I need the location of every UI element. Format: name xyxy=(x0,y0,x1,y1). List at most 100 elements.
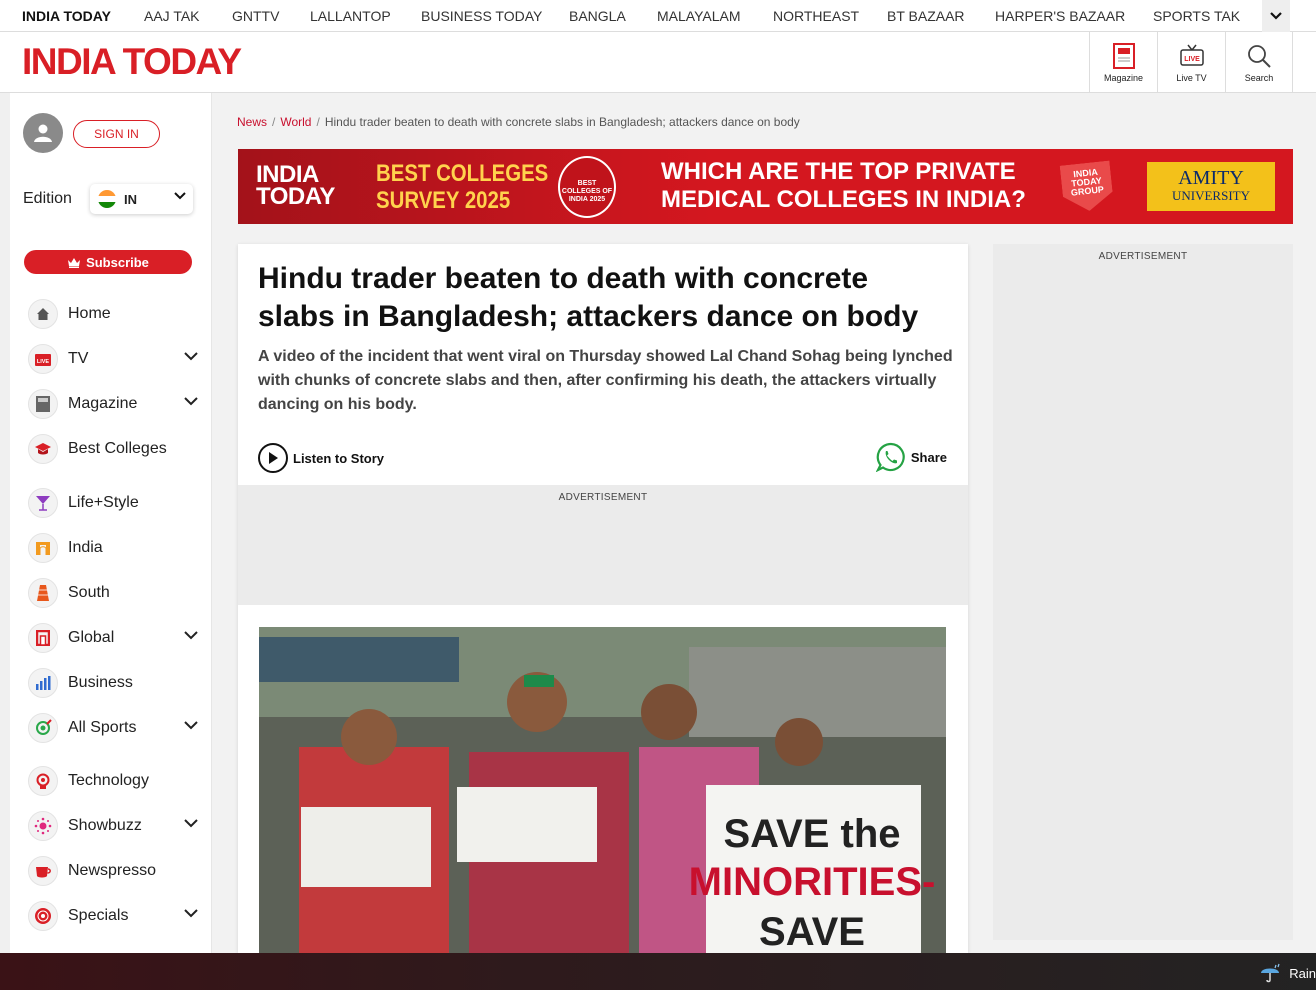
network-link-sports-tak[interactable]: SPORTS TAK xyxy=(1153,8,1240,24)
site-logo[interactable]: INDIA TODAY xyxy=(22,41,242,83)
home-icon xyxy=(28,299,58,329)
sidebar-item-life-style[interactable]: Life+Style xyxy=(28,487,198,519)
network-link-gnttv[interactable]: GNTTV xyxy=(232,8,279,24)
subscribe-button[interactable]: Subscribe xyxy=(24,250,192,274)
svg-text:LIVE: LIVE xyxy=(1184,56,1200,63)
banner-logo: INDIA TODAY xyxy=(256,161,335,210)
sidebar-item-label: Global xyxy=(68,629,115,646)
sidebar-item-label: TV xyxy=(68,350,89,367)
inline-advertisement[interactable]: ADVERTISEMENT xyxy=(238,485,968,605)
sidebar-item-specials[interactable]: Specials xyxy=(28,900,198,932)
article-summary: A video of the incident that went viral … xyxy=(258,348,953,413)
coffee-cup-icon xyxy=(28,856,58,886)
chevron-down-icon[interactable] xyxy=(184,352,198,361)
breadcrumb-separator: / xyxy=(316,115,320,129)
network-link-malayalam[interactable]: MALAYALAM xyxy=(657,8,741,24)
breadcrumb-news[interactable]: News xyxy=(237,115,267,129)
sidebar-item-label: Home xyxy=(68,305,111,322)
banner-question-line2: MEDICAL COLLEGES IN INDIA? xyxy=(661,186,1026,213)
advertisement-label: ADVERTISEMENT xyxy=(558,492,648,503)
sidebar-item-label: Newspresso xyxy=(68,862,157,879)
chevron-down-icon[interactable] xyxy=(184,397,198,406)
live-tv-icon: LIVE xyxy=(28,344,58,374)
network-link-lallantop[interactable]: LALLANTOP xyxy=(310,8,391,24)
magazine-button-label: Magazine xyxy=(1103,72,1144,83)
banner-sponsor-line1: AMITY xyxy=(1178,166,1244,189)
weather-text: Rain xyxy=(1289,965,1316,981)
sidebar-item-india[interactable]: India xyxy=(28,532,198,564)
whatsapp-icon xyxy=(875,442,906,472)
search-button[interactable]: Search xyxy=(1225,32,1293,93)
article-hero-image[interactable]: SAVE the MINORITIES- SAVE xyxy=(259,627,946,953)
sidebar-item-global[interactable]: Global xyxy=(28,622,198,654)
bar-chart-icon xyxy=(28,668,58,698)
subscribe-label: Subscribe xyxy=(86,254,149,270)
chevron-down-icon[interactable] xyxy=(184,819,198,828)
sidebar-item-label: Life+Style xyxy=(68,494,139,511)
network-more-button[interactable] xyxy=(1262,0,1290,32)
placard-line3: SAVE xyxy=(759,910,865,953)
sidebar-item-label: Technology xyxy=(68,772,149,789)
network-link-northeast[interactable]: NORTHEAST xyxy=(773,8,859,24)
magazine-button[interactable]: Magazine xyxy=(1089,32,1157,93)
sidebar-item-label: Magazine xyxy=(68,395,138,412)
sidebar-item-all-sports[interactable]: All Sports xyxy=(28,712,198,744)
weather-widget[interactable]: Rain xyxy=(1259,963,1316,983)
sidebar-item-best-colleges[interactable]: Best Colleges xyxy=(28,433,198,465)
right-rail-advertisement[interactable]: ADVERTISEMENT xyxy=(993,244,1293,940)
sidebar-item-magazine[interactable]: Magazine xyxy=(28,388,198,420)
svg-text:LIVE: LIVE xyxy=(37,359,50,365)
chevron-down-icon[interactable] xyxy=(184,631,198,640)
network-link-bt-bazaar[interactable]: BT BAZAAR xyxy=(887,8,965,24)
breadcrumb-world[interactable]: World xyxy=(280,115,311,129)
magazine-icon xyxy=(1112,42,1135,69)
banner-survey-line1: BEST COLLEGES xyxy=(376,160,549,187)
search-button-label: Search xyxy=(1244,72,1274,83)
placard-line2: MINORITIES- xyxy=(689,860,936,904)
sidebar-item-tv[interactable]: LIVE TV xyxy=(28,343,198,375)
listen-label: Listen to Story xyxy=(293,450,385,466)
banner-sponsor-logo: AMITY UNIVERSITY xyxy=(1147,162,1275,211)
specials-badge-icon xyxy=(28,901,58,931)
sidebar-item-newspresso[interactable]: Newspresso xyxy=(28,855,198,887)
sidebar-item-label: Best Colleges xyxy=(68,440,167,457)
sidebar: SIGN IN Edition IN Subscribe Home LIVE T… xyxy=(0,93,212,953)
banner-group-logo: INDIA TODAY GROUP xyxy=(1060,161,1115,214)
live-tv-button-label: Live TV xyxy=(1176,72,1207,83)
globe-icon xyxy=(28,623,58,653)
user-icon xyxy=(34,124,52,142)
india-gate-icon xyxy=(28,533,58,563)
sidebar-item-home[interactable]: Home xyxy=(28,298,198,330)
breadcrumb: News / World / Hindu trader beaten to death … xyxy=(237,115,800,129)
share-button[interactable]: Share xyxy=(875,442,947,472)
search-icon xyxy=(1248,44,1271,68)
sidebar-item-business[interactable]: Business xyxy=(28,667,198,699)
protest-photo-illustration: SAVE the MINORITIES- SAVE xyxy=(259,627,946,953)
live-tv-icon: LIVE xyxy=(1179,44,1204,66)
network-link-business-today[interactable]: BUSINESS TODAY xyxy=(421,8,542,24)
promo-banner[interactable]: INDIA TODAY BEST COLLEGES SURVEY 2025 BE… xyxy=(238,149,1293,224)
network-link-aaj-tak[interactable]: AAJ TAK xyxy=(144,8,200,24)
article-headline: Hindu trader beaten to death with concre… xyxy=(258,262,919,333)
network-bar: INDIA TODAY AAJ TAK GNTTV LALLANTOP BUSI… xyxy=(0,0,1316,32)
chevron-down-icon[interactable] xyxy=(184,909,198,918)
sidebar-shadow xyxy=(0,93,10,953)
sign-in-button[interactable]: SIGN IN xyxy=(73,120,160,148)
chevron-down-icon[interactable] xyxy=(184,721,198,730)
site-header: INDIA TODAY Magazine LIVE Live TV Search xyxy=(0,32,1316,93)
edition-value: IN xyxy=(124,191,137,207)
network-link-bangla[interactable]: BANGLA xyxy=(569,8,626,24)
avatar[interactable] xyxy=(23,113,63,153)
share-label: Share xyxy=(910,449,947,465)
sidebar-item-south[interactable]: South xyxy=(28,577,198,609)
network-link-harpers-bazaar[interactable]: HARPER'S BAZAAR xyxy=(995,8,1125,24)
sidebar-item-showbuzz[interactable]: Showbuzz xyxy=(28,810,198,842)
listen-to-story-button[interactable]: Listen to Story xyxy=(258,443,384,473)
live-tv-button[interactable]: LIVE Live TV xyxy=(1157,32,1225,93)
temple-icon xyxy=(28,578,58,608)
edition-select[interactable]: IN xyxy=(90,184,193,214)
chevron-down-icon xyxy=(174,192,186,200)
sidebar-item-technology[interactable]: Technology xyxy=(28,765,198,797)
magazine-icon xyxy=(28,389,58,419)
network-link-india-today[interactable]: INDIA TODAY xyxy=(22,8,111,24)
